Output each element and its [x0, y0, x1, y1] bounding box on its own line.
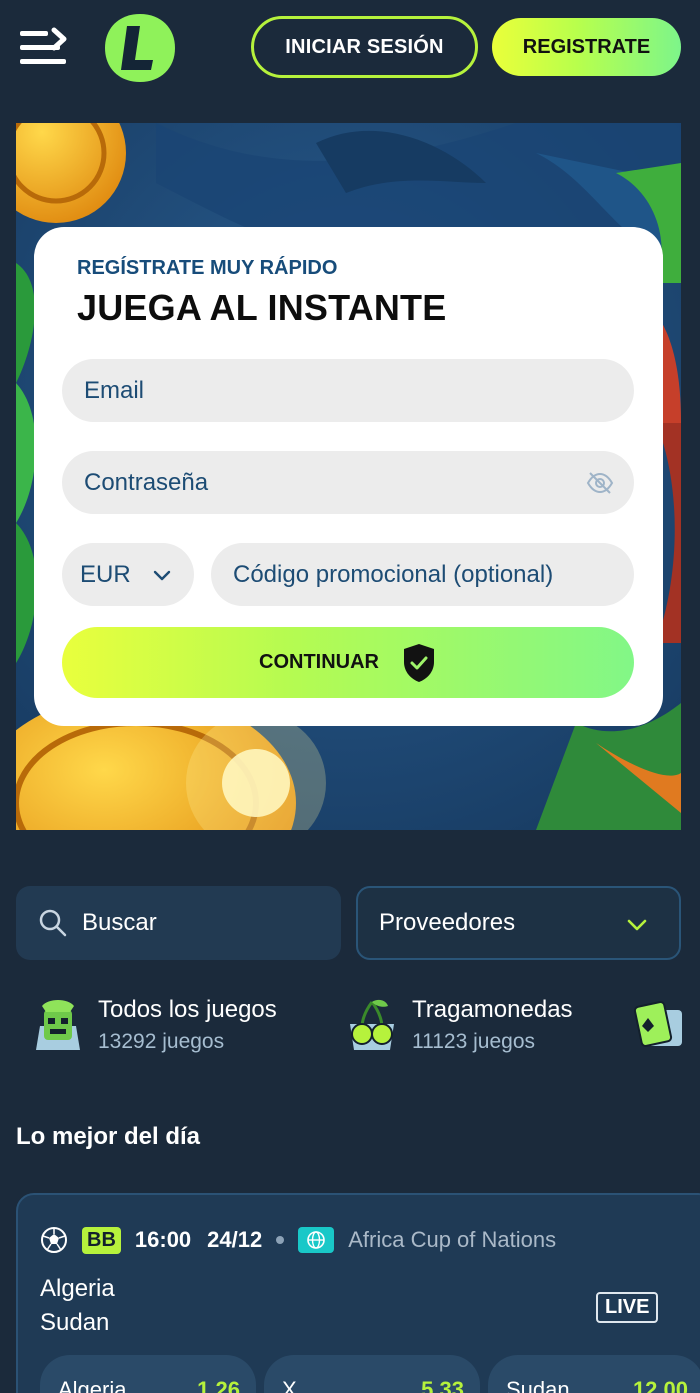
eye-off-icon[interactable]: [586, 469, 614, 497]
promo-banner: REGÍSTRATE MUY RÁPIDO JUEGA AL INSTANTE …: [16, 123, 681, 830]
signup-card: REGÍSTRATE MUY RÁPIDO JUEGA AL INSTANTE …: [34, 227, 663, 726]
cards-icon: [634, 1001, 682, 1047]
password-placeholder: Contraseña: [84, 468, 209, 496]
menu-icon[interactable]: [18, 27, 68, 69]
chevron-down-icon: [627, 919, 647, 931]
bb-badge: BB: [82, 1226, 121, 1254]
odds-label: X: [282, 1377, 297, 1393]
category-name: Tragamonedas: [412, 996, 573, 1023]
match-meta: BB 16:00 24/12 Africa Cup of Nations: [40, 1223, 556, 1257]
currency-select[interactable]: EUR: [62, 543, 194, 606]
odds-button-draw[interactable]: X 5.33: [264, 1355, 480, 1393]
signup-title: JUEGA AL INSTANTE: [77, 287, 447, 328]
home-team: Algeria: [40, 1275, 115, 1302]
totem-icon: [36, 1000, 80, 1050]
globe-icon: [298, 1227, 335, 1253]
category-name: Todos los juegos: [98, 996, 277, 1023]
odds-value: 5.33: [421, 1377, 464, 1393]
password-field[interactable]: Contraseña: [62, 451, 634, 514]
away-team: Sudan: [40, 1309, 110, 1336]
brand-logo[interactable]: [103, 12, 177, 84]
providers-label: Proveedores: [379, 909, 516, 936]
category-count: 11123 juegos: [412, 1030, 535, 1053]
signup-subtitle: REGÍSTRATE MUY RÁPIDO: [77, 257, 338, 279]
login-button[interactable]: INICIAR SESIÓN: [251, 16, 478, 78]
promo-placeholder: Código promocional (optional): [233, 560, 554, 588]
match-time: 16:00: [134, 1227, 192, 1252]
cherries-icon: [350, 999, 394, 1050]
odds-button-away[interactable]: Sudan 12.00: [488, 1355, 700, 1393]
currency-value: EUR: [80, 560, 131, 588]
search-input[interactable]: Buscar: [16, 886, 341, 960]
search-icon: [39, 909, 67, 937]
separator-dot: [276, 1236, 285, 1244]
match-date: 24/12: [207, 1227, 263, 1252]
shield-check-icon: [404, 643, 434, 682]
search-placeholder: Buscar: [82, 909, 157, 936]
category-count: 13292 juegos: [98, 1030, 225, 1053]
category-all-games[interactable]: Todos los juegos 13292 juegos: [30, 990, 277, 1060]
top-header: INICIAR SESIÓN REGISTRATE: [0, 0, 700, 108]
providers-dropdown[interactable]: Proveedores: [356, 886, 681, 960]
odds-value: 1.26: [197, 1377, 240, 1393]
continue-label: CONTINUAR: [259, 651, 379, 673]
email-field[interactable]: Email: [62, 359, 634, 422]
odds-label: Sudan: [506, 1377, 570, 1393]
live-badge: LIVE: [596, 1292, 659, 1323]
category-slots[interactable]: Tragamonedas 11123 juegos: [344, 990, 573, 1060]
odds-button-home[interactable]: Algeria 1.26: [40, 1355, 256, 1393]
section-title-best-of-day: Lo mejor del día: [16, 1123, 201, 1150]
league-name: Africa Cup of Nations: [348, 1227, 557, 1252]
continue-button[interactable]: CONTINUAR: [62, 627, 634, 698]
odds-label: Algeria: [58, 1377, 127, 1393]
match-card[interactable]: BB 16:00 24/12 Africa Cup of Nations Alg…: [16, 1193, 700, 1393]
promo-code-field[interactable]: Código promocional (optional): [211, 543, 634, 606]
chevron-down-icon: [153, 570, 171, 581]
category-cards[interactable]: [634, 990, 686, 1060]
register-button[interactable]: REGISTRATE: [492, 18, 681, 76]
soccer-ball-icon: [41, 1227, 67, 1253]
odds-value: 12.00: [632, 1377, 688, 1393]
email-placeholder: Email: [84, 376, 145, 404]
